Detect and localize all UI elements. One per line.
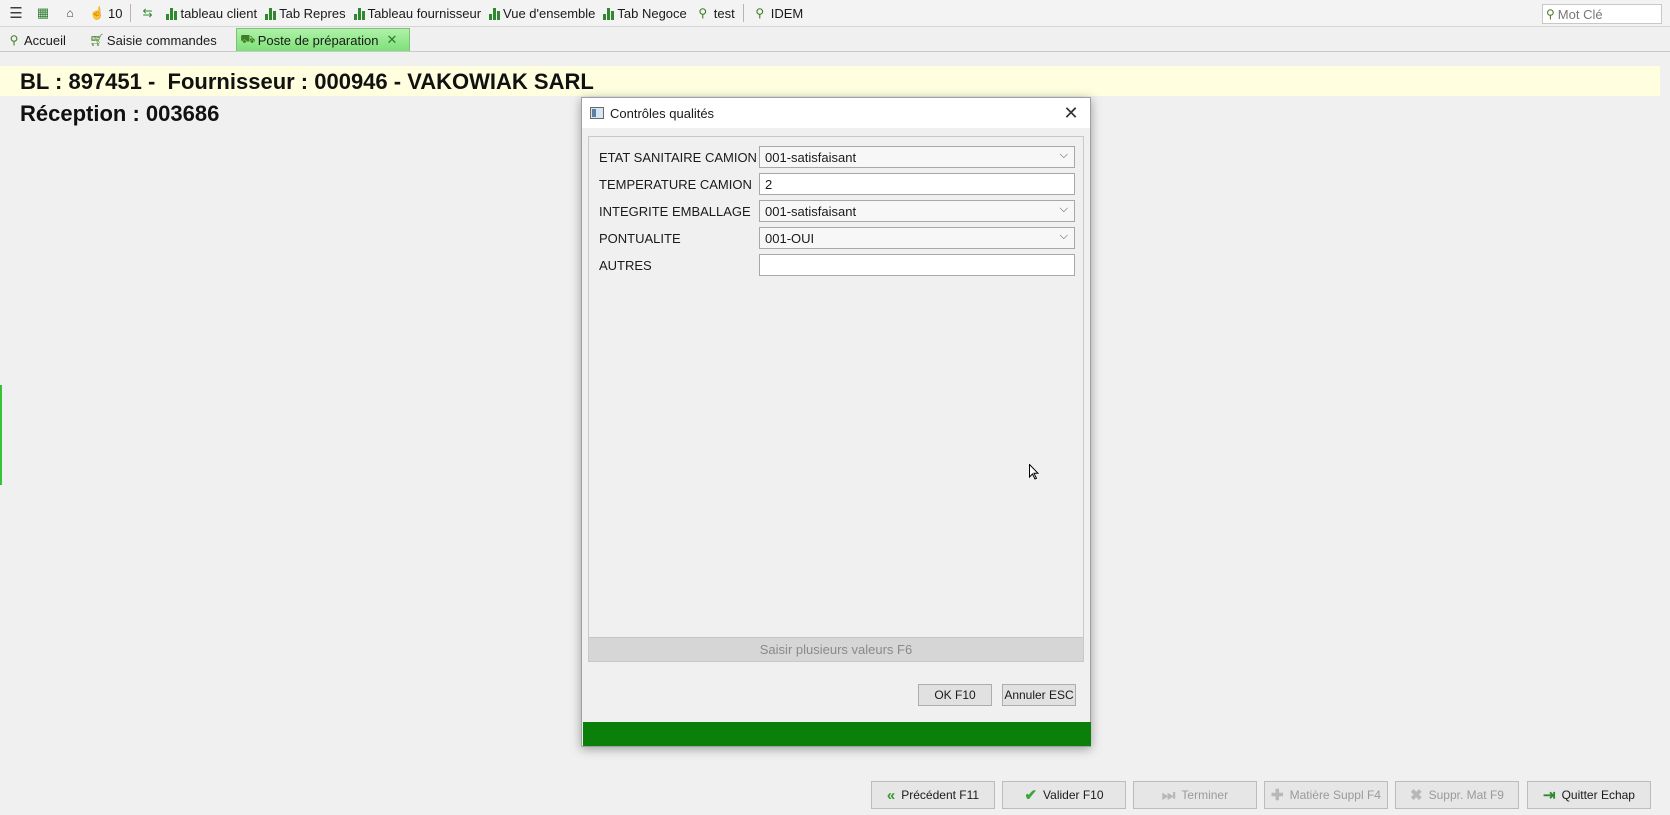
- field-label: TEMPERATURE CAMION: [599, 176, 752, 192]
- button-label: Quitter Echap: [1561, 788, 1635, 802]
- link-icon: ⚲: [698, 6, 708, 20]
- toolbar-item-vue-ensemble[interactable]: Vue d'ensemble: [489, 2, 595, 24]
- toolbar-item-label: IDEM: [770, 5, 804, 21]
- checkmark-icon: ✔: [1024, 787, 1038, 804]
- pontualite-select[interactable]: 001-OUI ⌵: [759, 227, 1075, 249]
- close-tab-icon[interactable]: ✕: [386, 32, 397, 48]
- tab-label: Poste de préparation: [257, 32, 379, 48]
- input-value: 2: [765, 176, 773, 192]
- tab-strip: ⚲ Accueil 🛒︎ Saisie commandes ⛟ Poste de…: [0, 28, 1670, 52]
- bar-chart-icon: [166, 7, 178, 20]
- button-label: Matière Suppl F4: [1289, 788, 1381, 802]
- dialog-form-panel: ETAT SANITAIRE CAMION 001-satisfaisant ⌵…: [588, 136, 1084, 662]
- select-value: 001-OUI: [765, 230, 815, 246]
- etat-sanitaire-select[interactable]: 001-satisfaisant ⌵: [759, 146, 1075, 168]
- home-icon[interactable]: ⌂: [62, 2, 81, 24]
- chevron-down-icon: ⌵: [1059, 230, 1068, 242]
- tab-saisie-commandes[interactable]: 🛒︎ Saisie commandes: [85, 28, 230, 51]
- integrite-emballage-select[interactable]: 001-satisfaisant ⌵: [759, 200, 1075, 222]
- dialog-title: Contrôles qualités: [610, 105, 715, 121]
- chevron-down-icon: ⌵: [1059, 149, 1068, 161]
- previous-button[interactable]: « Précédent F11: [871, 781, 995, 809]
- form-row-autres: AUTRES: [599, 254, 1075, 276]
- exit-door-icon: ⇥: [1543, 787, 1556, 804]
- toolbar-item-tableau-client[interactable]: tableau client: [166, 2, 257, 24]
- plus-icon: ✚: [1271, 787, 1284, 804]
- button-label: Précédent F11: [901, 788, 980, 802]
- button-label: Valider F10: [1043, 788, 1104, 802]
- swap-icon[interactable]: ⇆: [139, 2, 158, 24]
- keyword-search-input[interactable]: ⚲ Mot Clé: [1542, 4, 1662, 24]
- toolbar-item-tableau-fournisseur[interactable]: Tableau fournisseur: [353, 2, 482, 24]
- field-label: PONTUALITE: [599, 230, 681, 246]
- tab-poste-preparation[interactable]: ⛟ Poste de préparation ✕: [235, 28, 411, 51]
- quit-button[interactable]: ⇥ Quitter Echap: [1527, 781, 1651, 809]
- finish-button[interactable]: ⏭ Terminer: [1133, 781, 1257, 809]
- bar-chart-icon: [603, 7, 615, 20]
- close-icon[interactable]: ✕: [1060, 102, 1082, 124]
- search-icon: ⚲: [1546, 7, 1555, 21]
- cart-icon: 🛒︎: [89, 33, 105, 47]
- toolbar-item-tab-repres[interactable]: Tab Repres: [265, 2, 346, 24]
- select-value: 001-satisfaisant: [765, 203, 857, 219]
- toolbar-item-idem[interactable]: ⚲ IDEM: [752, 2, 804, 24]
- chevron-down-icon: ⌵: [1059, 203, 1068, 215]
- form-row-pontualite: PONTUALITE 001-OUI ⌵: [599, 227, 1075, 249]
- toolbar-item-test[interactable]: ⚲ test: [695, 2, 735, 24]
- delete-x-icon: ✖: [1410, 787, 1423, 804]
- temperature-input[interactable]: 2: [759, 173, 1075, 195]
- left-edge-marker: [0, 385, 2, 485]
- bar-chart-icon: [489, 7, 501, 20]
- dialog-status-bar: [583, 722, 1091, 746]
- toolbar-item-label: test: [713, 5, 735, 21]
- search-placeholder: Mot Clé: [1557, 6, 1603, 22]
- bar-chart-icon: [265, 7, 277, 20]
- form-row-integrite-emballage: INTEGRITE EMBALLAGE 001-satisfaisant ⌵: [599, 200, 1075, 222]
- tab-label: Saisie commandes: [106, 32, 217, 48]
- bar-chart-icon: [353, 7, 365, 20]
- button-label: Terminer: [1181, 788, 1229, 802]
- calendar-icon[interactable]: ▦: [35, 2, 54, 24]
- main-toolbar: ☰ ▦ ⌂ ☝ 10 ⇆ tableau client Tab Repres T…: [0, 0, 1670, 27]
- select-value: 001-satisfaisant: [765, 149, 857, 165]
- link-icon: ⚲: [9, 33, 19, 47]
- forklift-icon: ⛟: [240, 32, 256, 46]
- link-icon: ⚲: [755, 6, 765, 20]
- menu-icon[interactable]: ☰: [8, 2, 27, 24]
- toolbar-item-label: Tab Repres: [279, 5, 346, 21]
- validate-button[interactable]: ✔ Valider F10: [1002, 781, 1126, 809]
- window-icon: [590, 107, 604, 119]
- toolbar-item-label: Tab Negoce: [617, 5, 687, 21]
- pointer-count[interactable]: ☝ 10: [89, 2, 123, 24]
- hand-pointer-icon: ☝: [89, 6, 105, 20]
- add-material-button[interactable]: ✚ Matière Suppl F4: [1264, 781, 1388, 809]
- delete-material-button[interactable]: ✖ Suppr. Mat F9: [1395, 781, 1519, 809]
- toolbar-separator: [130, 4, 132, 22]
- toolbar-item-label: Vue d'ensemble: [503, 5, 596, 21]
- ok-button[interactable]: OK F10: [918, 684, 992, 706]
- dialog-titlebar: Contrôles qualités ✕: [582, 98, 1090, 128]
- toolbar-separator: [742, 4, 744, 22]
- pointer-count-label: 10: [108, 5, 123, 21]
- field-label: ETAT SANITAIRE CAMION: [599, 149, 757, 165]
- quality-control-dialog: Contrôles qualités ✕ ETAT SANITAIRE CAMI…: [581, 97, 1091, 747]
- tab-label: Accueil: [24, 32, 66, 48]
- skip-end-icon: ⏭: [1161, 786, 1176, 804]
- button-label: Suppr. Mat F9: [1428, 788, 1504, 802]
- form-row-temperature: TEMPERATURE CAMION 2: [599, 173, 1075, 195]
- cancel-button[interactable]: Annuler ESC: [1002, 684, 1076, 706]
- toolbar-item-label: tableau client: [180, 5, 258, 21]
- field-label: INTEGRITE EMBALLAGE: [599, 203, 751, 219]
- tab-accueil[interactable]: ⚲ Accueil: [2, 28, 79, 51]
- toolbar-item-tab-negoce[interactable]: Tab Negoce: [603, 2, 687, 24]
- multi-values-button[interactable]: Saisir plusieurs valeurs F6: [589, 637, 1083, 661]
- field-label: AUTRES: [599, 257, 652, 273]
- form-row-etat-sanitaire: ETAT SANITAIRE CAMION 001-satisfaisant ⌵: [599, 146, 1075, 168]
- double-chevron-left-icon: «: [886, 786, 896, 804]
- delivery-header: BL : 897451 - Fournisseur : 000946 - VAK…: [20, 69, 594, 94]
- toolbar-item-label: Tableau fournisseur: [367, 5, 482, 21]
- autres-input[interactable]: [759, 254, 1075, 276]
- reception-header: Réception : 003686: [20, 101, 220, 126]
- mouse-cursor-icon: [1029, 464, 1039, 480]
